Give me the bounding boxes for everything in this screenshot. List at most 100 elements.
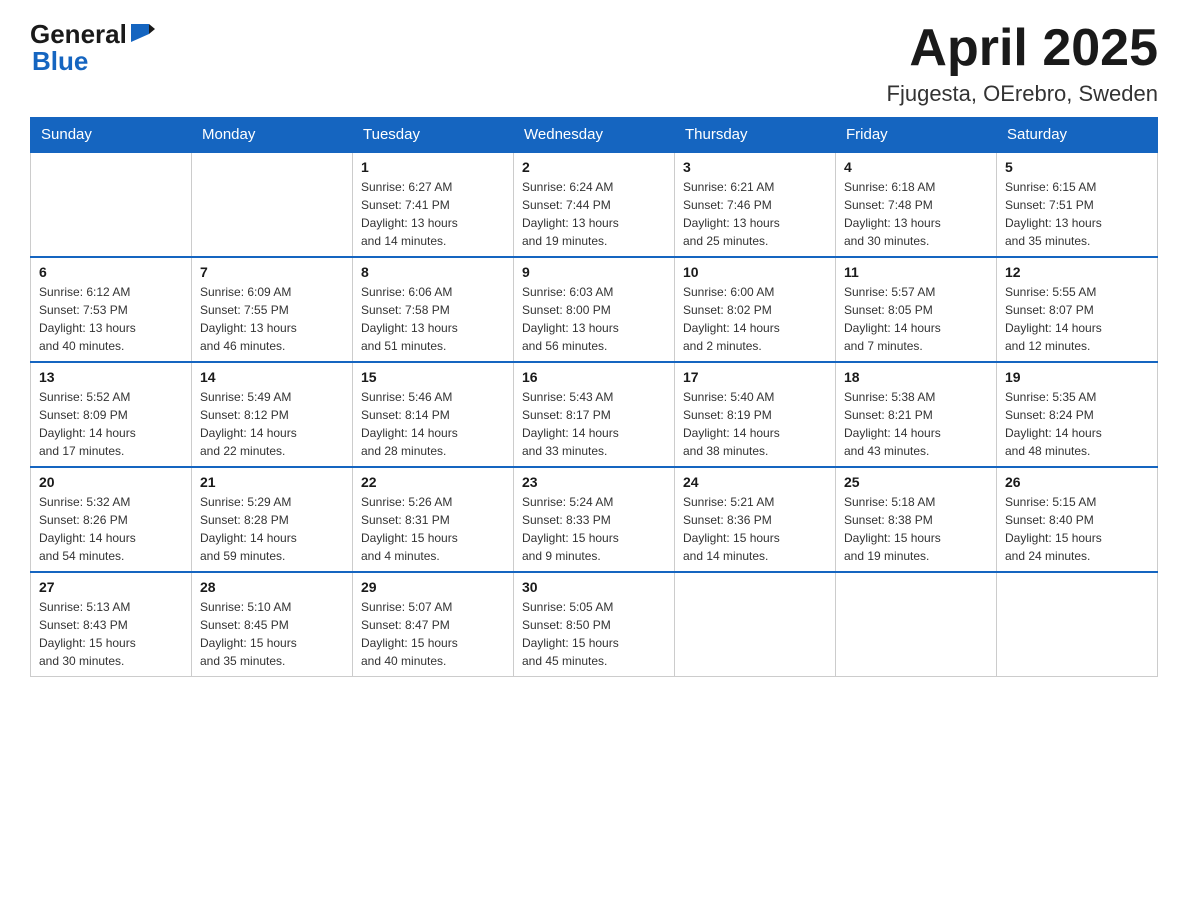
title-block: April 2025 Fjugesta, OErebro, Sweden [887,20,1158,107]
calendar-cell: 18 Sunrise: 5:38 AMSunset: 8:21 PMDayligh… [836,362,997,467]
day-info: Sunrise: 5:49 AMSunset: 8:12 PMDaylight:… [200,388,344,460]
day-number: 21 [200,474,344,490]
day-number: 19 [1005,369,1149,385]
day-info: Sunrise: 6:24 AMSunset: 7:44 PMDaylight:… [522,178,666,250]
day-info: Sunrise: 5:10 AMSunset: 8:45 PMDaylight:… [200,598,344,670]
calendar-cell: 8 Sunrise: 6:06 AMSunset: 7:58 PMDaylight… [353,257,514,362]
day-info: Sunrise: 6:15 AMSunset: 7:51 PMDaylight:… [1005,178,1149,250]
calendar-cell: 13Sunrise: 5:52 AMSunset: 8:09 PMDayligh… [31,362,192,467]
page-header: General Blue April 2025 Fjugesta, OErebr… [30,20,1158,107]
weekday-header-tuesday: Tuesday [353,118,514,153]
calendar-cell [192,152,353,257]
day-info: Sunrise: 5:57 AMSunset: 8:05 PMDaylight:… [844,283,988,355]
day-number: 27 [39,579,183,595]
day-info: Sunrise: 6:00 AMSunset: 8:02 PMDaylight:… [683,283,827,355]
calendar-cell: 17Sunrise: 5:40 AMSunset: 8:19 PMDayligh… [675,362,836,467]
day-number: 28 [200,579,344,595]
calendar-cell: 29 Sunrise: 5:07 AMSunset: 8:47 PMDayligh… [353,572,514,677]
calendar-cell [675,572,836,677]
day-number: 9 [522,264,666,280]
day-info: Sunrise: 5:07 AMSunset: 8:47 PMDaylight:… [361,598,505,670]
calendar-cell [836,572,997,677]
day-info: Sunrise: 6:06 AMSunset: 7:58 PMDaylight:… [361,283,505,355]
calendar-cell: 25Sunrise: 5:18 AMSunset: 8:38 PMDayligh… [836,467,997,572]
day-info: Sunrise: 5:43 AMSunset: 8:17 PMDaylight:… [522,388,666,460]
logo-general-text: General [30,21,127,47]
calendar-cell: 10Sunrise: 6:00 AMSunset: 8:02 PMDayligh… [675,257,836,362]
calendar-cell: 1 Sunrise: 6:27 AMSunset: 7:41 PMDaylight… [353,152,514,257]
calendar-cell: 20 Sunrise: 5:32 AMSunset: 8:26 PMDayligh… [31,467,192,572]
weekday-header-thursday: Thursday [675,118,836,153]
week-row-3: 13Sunrise: 5:52 AMSunset: 8:09 PMDayligh… [31,362,1158,467]
day-number: 16 [522,369,666,385]
day-info: Sunrise: 5:26 AMSunset: 8:31 PMDaylight:… [361,493,505,565]
page-location: Fjugesta, OErebro, Sweden [887,81,1158,107]
calendar-table: SundayMondayTuesdayWednesdayThursdayFrid… [30,117,1158,677]
calendar-cell: 12Sunrise: 5:55 AMSunset: 8:07 PMDayligh… [997,257,1158,362]
day-number: 30 [522,579,666,595]
calendar-cell: 2 Sunrise: 6:24 AMSunset: 7:44 PMDaylight… [514,152,675,257]
day-number: 6 [39,264,183,280]
day-info: Sunrise: 5:05 AMSunset: 8:50 PMDaylight:… [522,598,666,670]
calendar-cell: 27 Sunrise: 5:13 AMSunset: 8:43 PMDayligh… [31,572,192,677]
week-row-1: 1 Sunrise: 6:27 AMSunset: 7:41 PMDaylight… [31,152,1158,257]
day-number: 23 [522,474,666,490]
day-number: 8 [361,264,505,280]
calendar-cell: 14 Sunrise: 5:49 AMSunset: 8:12 PMDayligh… [192,362,353,467]
day-info: Sunrise: 5:35 AMSunset: 8:24 PMDaylight:… [1005,388,1149,460]
day-info: Sunrise: 5:13 AMSunset: 8:43 PMDaylight:… [39,598,183,670]
day-number: 18 [844,369,988,385]
day-number: 4 [844,159,988,175]
calendar-cell: 26Sunrise: 5:15 AMSunset: 8:40 PMDayligh… [997,467,1158,572]
day-number: 20 [39,474,183,490]
calendar-cell: 9 Sunrise: 6:03 AMSunset: 8:00 PMDaylight… [514,257,675,362]
day-info: Sunrise: 5:24 AMSunset: 8:33 PMDaylight:… [522,493,666,565]
day-number: 25 [844,474,988,490]
calendar-cell: 24 Sunrise: 5:21 AMSunset: 8:36 PMDayligh… [675,467,836,572]
logo: General Blue [30,20,157,75]
calendar-cell: 5Sunrise: 6:15 AMSunset: 7:51 PMDaylight… [997,152,1158,257]
calendar-cell: 19 Sunrise: 5:35 AMSunset: 8:24 PMDayligh… [997,362,1158,467]
calendar-cell: 15 Sunrise: 5:46 AMSunset: 8:14 PMDayligh… [353,362,514,467]
day-info: Sunrise: 5:21 AMSunset: 8:36 PMDaylight:… [683,493,827,565]
day-info: Sunrise: 6:09 AMSunset: 7:55 PMDaylight:… [200,283,344,355]
page-title: April 2025 [887,20,1158,77]
day-info: Sunrise: 5:55 AMSunset: 8:07 PMDaylight:… [1005,283,1149,355]
day-number: 17 [683,369,827,385]
week-row-4: 20 Sunrise: 5:32 AMSunset: 8:26 PMDayligh… [31,467,1158,572]
logo-blue-text: Blue [32,46,88,76]
calendar-cell [31,152,192,257]
day-number: 7 [200,264,344,280]
day-info: Sunrise: 5:32 AMSunset: 8:26 PMDaylight:… [39,493,183,565]
day-number: 24 [683,474,827,490]
weekday-header-sunday: Sunday [31,118,192,153]
weekday-header-row: SundayMondayTuesdayWednesdayThursdayFrid… [31,118,1158,153]
day-number: 29 [361,579,505,595]
day-number: 2 [522,159,666,175]
week-row-2: 6 Sunrise: 6:12 AMSunset: 7:53 PMDaylight… [31,257,1158,362]
day-info: Sunrise: 6:03 AMSunset: 8:00 PMDaylight:… [522,283,666,355]
weekday-header-friday: Friday [836,118,997,153]
weekday-header-monday: Monday [192,118,353,153]
day-number: 1 [361,159,505,175]
calendar-cell: 21 Sunrise: 5:29 AMSunset: 8:28 PMDayligh… [192,467,353,572]
calendar-cell: 6 Sunrise: 6:12 AMSunset: 7:53 PMDaylight… [31,257,192,362]
weekday-header-wednesday: Wednesday [514,118,675,153]
day-number: 22 [361,474,505,490]
day-number: 3 [683,159,827,175]
logo-icon [129,20,157,48]
day-info: Sunrise: 6:27 AMSunset: 7:41 PMDaylight:… [361,178,505,250]
calendar-cell: 7 Sunrise: 6:09 AMSunset: 7:55 PMDaylight… [192,257,353,362]
day-info: Sunrise: 5:38 AMSunset: 8:21 PMDaylight:… [844,388,988,460]
day-info: Sunrise: 5:29 AMSunset: 8:28 PMDaylight:… [200,493,344,565]
day-info: Sunrise: 6:12 AMSunset: 7:53 PMDaylight:… [39,283,183,355]
day-number: 15 [361,369,505,385]
day-number: 14 [200,369,344,385]
weekday-header-saturday: Saturday [997,118,1158,153]
calendar-cell: 28 Sunrise: 5:10 AMSunset: 8:45 PMDayligh… [192,572,353,677]
day-info: Sunrise: 5:46 AMSunset: 8:14 PMDaylight:… [361,388,505,460]
calendar-cell: 16 Sunrise: 5:43 AMSunset: 8:17 PMDayligh… [514,362,675,467]
calendar-cell: 30 Sunrise: 5:05 AMSunset: 8:50 PMDayligh… [514,572,675,677]
day-info: Sunrise: 6:21 AMSunset: 7:46 PMDaylight:… [683,178,827,250]
day-info: Sunrise: 6:18 AMSunset: 7:48 PMDaylight:… [844,178,988,250]
